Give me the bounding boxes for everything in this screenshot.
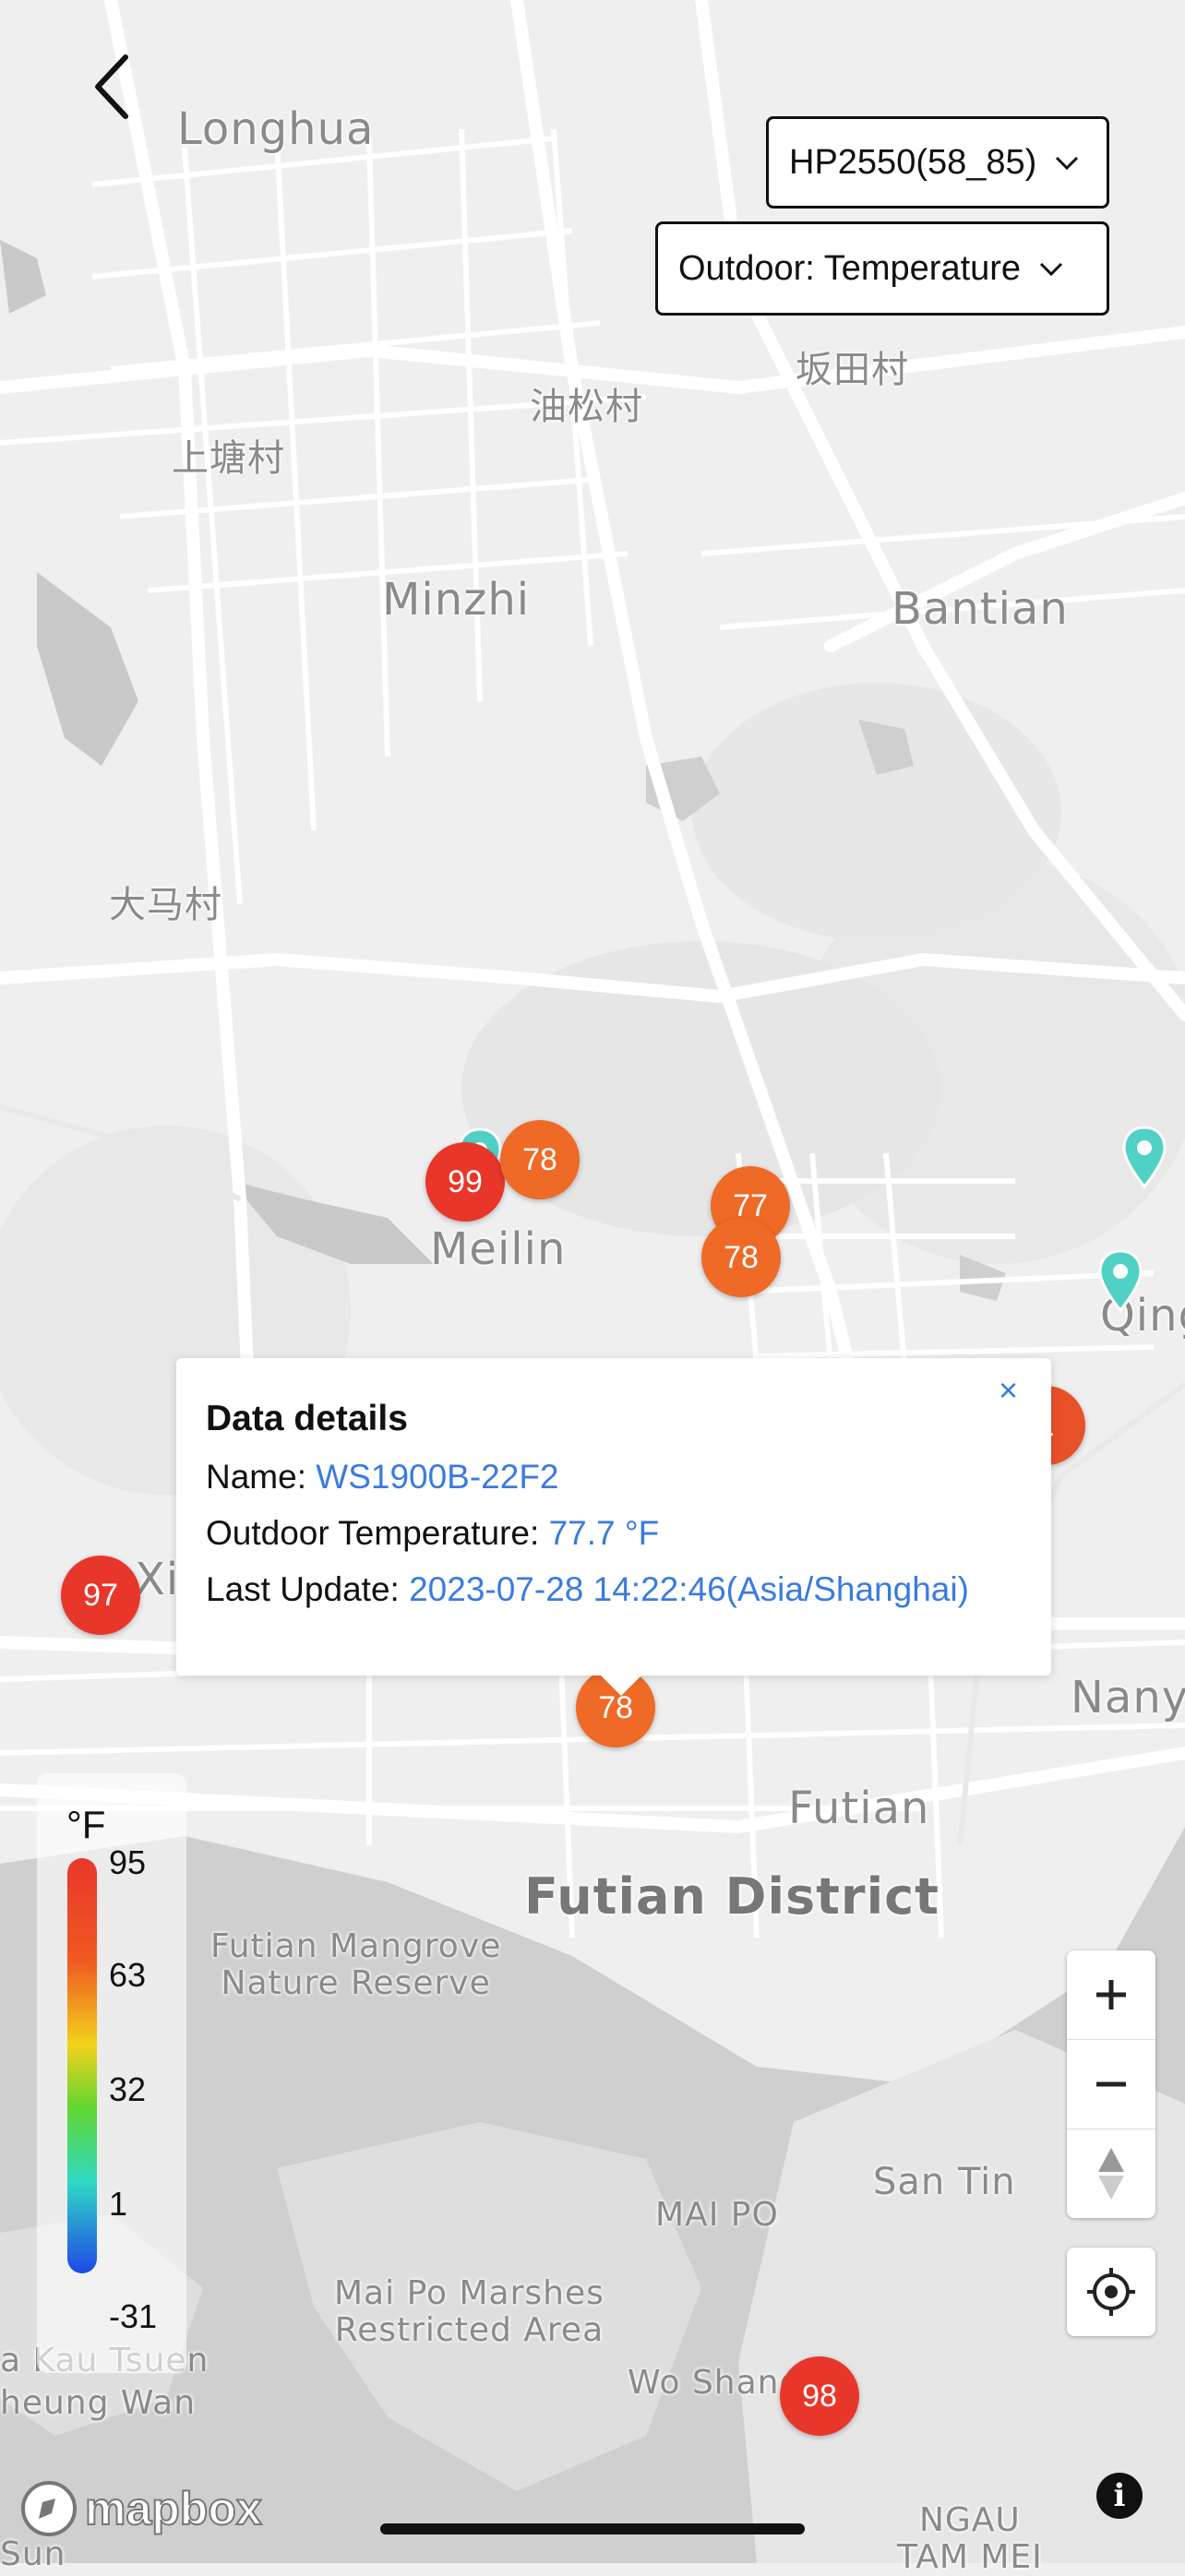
place-label-meilin: Meilin [430, 1223, 567, 1275]
metric-select[interactable]: Outdoor: Temperature [655, 221, 1109, 316]
popup-temp-value: 77.7 °F [548, 1514, 660, 1552]
place-label-bantian: Bantian [892, 583, 1069, 635]
popup-name-label: Name: [206, 1458, 317, 1496]
place-label-maipo-marshes: Mai Po Marshes Restricted Area [334, 2274, 604, 2349]
legend-label: -31 [109, 2297, 158, 2335]
place-label-bantiancun: 坂田村 [796, 349, 909, 391]
close-icon[interactable]: × [999, 1371, 1018, 1410]
data-details-popup: × Data details Name: WS1900B-22F2 Outdoo… [176, 1358, 1051, 1696]
station-pin-icon[interactable] [1120, 1126, 1168, 1192]
popup-update-row: Last Update: 2023-07-28 14:22:46(Asia/Sh… [206, 1570, 1022, 1609]
popup-update-label: Last Update: [206, 1570, 410, 1608]
chevron-down-icon [1056, 156, 1079, 171]
popup-name-row: Name: WS1900B-22F2 [206, 1458, 1022, 1497]
place-label-heungwan: heung Wan [0, 2384, 197, 2422]
compass-icon [1098, 2148, 1124, 2200]
temperature-legend: °F 95 63 32 1 -31 [37, 1773, 186, 2373]
place-label-nanyu: Nanyu [1071, 1672, 1185, 1723]
station-marker-97[interactable]: 97 [61, 1556, 140, 1635]
place-label-longhua: Longhua [177, 103, 375, 155]
place-label-xi: Xi [135, 1554, 180, 1605]
popup-temp-label: Outdoor Temperature: [206, 1514, 549, 1552]
place-label-damacun: 大马村 [109, 884, 222, 926]
zoom-in-button[interactable] [1067, 1950, 1155, 2039]
zoom-controls [1067, 1950, 1155, 2218]
compass-button[interactable] [1067, 2129, 1155, 2218]
legend-label: 1 [109, 2185, 128, 2223]
locate-control [1067, 2248, 1155, 2336]
legend-label: 63 [109, 1956, 147, 1994]
crosshair-icon [1087, 2268, 1135, 2316]
station-marker-99[interactable]: 99 [425, 1142, 505, 1222]
mapbox-wordmark: mapbox [84, 2482, 263, 2535]
mapbox-logo: mapbox [18, 2478, 263, 2539]
legend-label: 32 [109, 2070, 147, 2108]
popup-pointer [601, 1676, 641, 1696]
station-marker-78[interactable]: 78 [500, 1120, 580, 1199]
popup-title: Data details [206, 1399, 408, 1438]
place-label-futian: Futian [788, 1783, 930, 1834]
station-pin-icon[interactable] [1096, 1249, 1144, 1316]
metric-select-value: Outdoor: Temperature [678, 248, 1022, 288]
popup-update-value: 2023-07-28 14:22:46(Asia/Shanghai) [409, 1570, 969, 1608]
legend-color-scale [67, 1858, 97, 2273]
mapbox-icon [21, 2481, 77, 2536]
place-label-shangtangcun: 上塘村 [172, 437, 285, 480]
home-indicator[interactable] [380, 2523, 805, 2534]
plus-icon [1096, 1980, 1126, 2010]
legend-label: 95 [109, 1843, 147, 1881]
place-label-mangrove: Futian Mangrove Nature Reserve [210, 1927, 502, 2002]
minus-icon [1096, 2081, 1126, 2087]
station-marker-78[interactable]: 78 [701, 1218, 781, 1297]
station-marker-98[interactable]: 98 [780, 2356, 859, 2436]
legend-unit: °F [66, 1803, 106, 1846]
zoom-out-button[interactable] [1067, 2040, 1155, 2129]
popup-temp-row: Outdoor Temperature: 77.7 °F [206, 1514, 1022, 1553]
place-label-maipo: MAI PO [655, 2196, 779, 2234]
place-label-sun: Sun [0, 2535, 66, 2573]
info-icon[interactable]: i [1096, 2473, 1143, 2519]
back-arrow-icon[interactable] [85, 50, 140, 124]
popup-name-value[interactable]: WS1900B-22F2 [316, 1458, 558, 1496]
locate-me-button[interactable] [1067, 2248, 1155, 2336]
place-label-santin: San Tin [873, 2161, 1016, 2203]
place-label-ngau: NGAU TAM MEI [897, 2501, 1043, 2576]
place-label-minzhi: Minzhi [382, 574, 531, 626]
place-label-youmongcun: 油松村 [530, 386, 643, 428]
device-select[interactable]: HP2550(58_85) [766, 116, 1109, 209]
chevron-down-icon [1040, 262, 1063, 277]
place-label-futian-district: Futian District [524, 1867, 940, 1926]
device-select-value: HP2550(58_85) [789, 142, 1037, 182]
